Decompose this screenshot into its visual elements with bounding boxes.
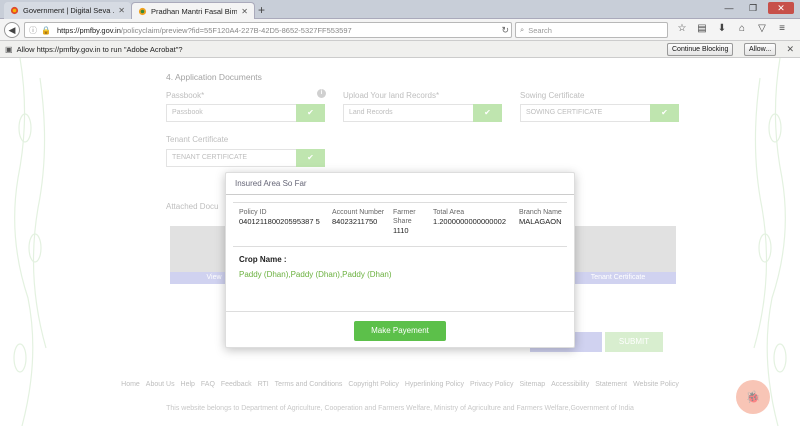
reading-list-icon[interactable]: ▤: [696, 22, 708, 36]
account-number-value: 84023211750: [332, 217, 378, 226]
toolbar-icons: ☆ ▤ ⬇ ⌂ ▽ ≡: [676, 22, 788, 36]
url-bar[interactable]: ⓘ 🔒 https://pmfby.gov.in /policyclaim/pr…: [24, 22, 512, 38]
farmer-share-column: Farmer Share 1110: [393, 208, 423, 236]
policy-id-header: Policy ID: [239, 209, 267, 216]
tab-label: Government | Digital Seva ...: [23, 6, 115, 15]
branch-name-column: Branch Name MALAGAON: [519, 208, 565, 227]
search-placeholder: Search: [528, 25, 552, 35]
home-icon[interactable]: ⌂: [736, 22, 748, 36]
url-host: https://pmfby.gov.in: [56, 25, 121, 35]
browser-tab-strip: Government | Digital Seva ... ✕ Pradhan …: [0, 0, 800, 19]
lock-icon[interactable]: 🔒: [41, 26, 51, 35]
plugin-message: Allow https://pmfby.gov.in to run "Adobe…: [16, 44, 183, 54]
farmer-share-value: 1110: [393, 226, 409, 235]
maximize-button[interactable]: ❐: [744, 2, 762, 14]
insured-area-table: Policy ID 040121180020595387 5 Account N…: [233, 202, 567, 247]
tab-close-icon[interactable]: ✕: [241, 7, 248, 16]
download-icon[interactable]: ⬇: [716, 22, 728, 36]
farmer-share-header: Farmer Share: [393, 209, 416, 225]
pocket-icon[interactable]: ▽: [756, 22, 768, 36]
digital-seva-favicon-icon: [10, 6, 19, 15]
tab-pmfby[interactable]: Pradhan Mantri Fasal Bima... ✕: [131, 2, 255, 19]
policy-id-value: 040121180020595387 5: [239, 217, 320, 226]
search-input[interactable]: ⌕ Search: [515, 22, 668, 38]
crop-name-label: Crop Name :: [239, 255, 287, 264]
modal-divider: [226, 311, 574, 312]
continue-blocking-button[interactable]: Continue Blocking: [667, 43, 734, 56]
window-controls: — ❐ ✕: [720, 2, 794, 14]
menu-icon[interactable]: ≡: [776, 22, 788, 36]
allow-button[interactable]: Allow...: [744, 43, 777, 56]
branch-name-value: MALAGAON: [519, 217, 562, 226]
branch-name-header: Branch Name: [519, 209, 562, 216]
url-path: /policyclaim/preview?fid=55F120A4-227B-4…: [120, 25, 352, 35]
new-tab-button[interactable]: +: [258, 3, 265, 17]
account-number-column: Account Number 84023211750: [332, 208, 386, 227]
total-area-header: Total Area: [433, 209, 465, 216]
bookmark-star-icon[interactable]: ☆: [676, 22, 688, 36]
close-window-button[interactable]: ✕: [768, 2, 794, 14]
total-area-value: 1.2000000000000002: [433, 217, 506, 226]
tab-label: Pradhan Mantri Fasal Bima...: [151, 6, 238, 16]
pmfby-favicon-icon: [138, 7, 147, 15]
search-icon: ⌕: [520, 25, 525, 34]
crop-name-value: Paddy (Dhan),Paddy (Dhan),Paddy (Dhan): [239, 270, 392, 279]
identity-info-icon[interactable]: ⓘ: [29, 25, 37, 36]
back-arrow-icon[interactable]: ◀: [4, 21, 20, 38]
tab-digital-seva[interactable]: Government | Digital Seva ... ✕: [4, 2, 131, 19]
modal-title: Insured Area So Far: [226, 173, 574, 195]
tab-close-icon[interactable]: ✕: [118, 6, 125, 15]
insured-area-modal: Insured Area So Far Policy ID 0401211800…: [225, 172, 575, 348]
notification-close-icon[interactable]: ✕: [786, 44, 794, 55]
account-number-header: Account Number: [332, 209, 385, 216]
plugin-notification-bar: ▣ Allow https://pmfby.gov.in to run "Ado…: [0, 41, 800, 58]
navigation-bar: ◀ ⓘ 🔒 https://pmfby.gov.in /policyclaim/…: [0, 19, 800, 41]
minimize-button[interactable]: —: [720, 2, 738, 14]
reload-icon[interactable]: ↻: [501, 25, 509, 36]
plugin-icon: ▣: [5, 44, 13, 54]
total-area-column: Total Area 1.2000000000000002: [433, 208, 515, 227]
make-payment-button[interactable]: Make Payement: [354, 321, 446, 341]
policy-id-column: Policy ID 040121180020595387 5: [239, 208, 327, 227]
